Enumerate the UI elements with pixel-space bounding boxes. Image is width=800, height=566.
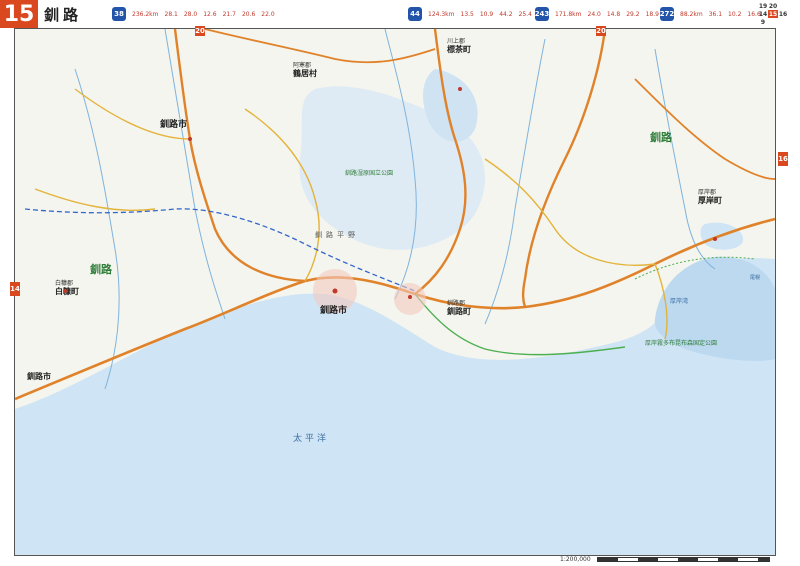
ocean-label: 太平洋 [293, 432, 329, 444]
town-label: 標茶町 [447, 44, 471, 54]
route-segment: 12.6 [203, 10, 217, 18]
route-shield-icon: 38 [112, 7, 126, 21]
park-label: 釧路湿原国立公園 [345, 169, 393, 177]
route-segment: 36.1 [708, 10, 723, 18]
route-segment: 13.5 [460, 10, 474, 18]
index-cell-current: 15 [768, 10, 778, 18]
map-svg: 釧路市 阿寒郡 鶴居村 川上郡 標茶町 釧路 釧路 厚岸郡 厚岸町 釧路市 釧路… [15, 29, 775, 555]
adjacent-page-tab-top[interactable]: 20 [195, 26, 205, 36]
route-segment: 29.2 [626, 10, 640, 18]
index-cell [778, 18, 788, 26]
city-label: 釧路市 [319, 304, 347, 316]
route-distance-block-44: 44 124.3km 13.5 10.9 44.2 25.4 [408, 2, 532, 26]
map-header: 15 釧路 38 236.2km 28.1 28.0 12.6 21.7 20.… [0, 0, 800, 28]
page-number: 15 [0, 0, 38, 28]
route-segment: 24.0 [587, 10, 601, 18]
page-title: 釧路 [44, 6, 83, 24]
route-segment: 10.9 [479, 10, 494, 18]
plain-label: 釧路平野 [315, 230, 359, 239]
map-canvas[interactable]: 釧路市 阿寒郡 鶴居村 川上郡 標茶町 釧路 釧路 厚岸郡 厚岸町 釧路市 釧路… [14, 28, 776, 556]
poi-marker-icon[interactable] [188, 137, 192, 141]
adjacent-page-tab-top[interactable]: 20 [596, 26, 606, 36]
route-segment: 14.8 [606, 10, 621, 18]
route-segment: 22.0 [261, 10, 275, 18]
poi-marker-icon[interactable] [408, 295, 412, 299]
route-segment: 10.2 [728, 10, 742, 18]
poi-marker-icon[interactable] [713, 237, 717, 241]
district-label: 阿寒郡 [293, 61, 311, 69]
park-label: 厚岸霧多布昆布森国定公園 [645, 339, 717, 347]
route-segment: 28.0 [183, 10, 198, 18]
route-shield-icon: 243 [535, 7, 549, 21]
route-total: 124.3km [428, 10, 455, 18]
adjacent-page-tab-right[interactable]: 16 [778, 152, 788, 166]
route-distance-block-243: 243 171.8km 24.0 14.8 29.2 18.9 [535, 2, 659, 26]
district-label: 白糠郡 [55, 279, 73, 287]
region-label: 釧路 [649, 130, 673, 144]
route-segment: 18.9 [645, 10, 659, 18]
poi-marker-icon[interactable] [63, 289, 67, 293]
district-label: 釧路郡 [447, 299, 465, 307]
route-distance-block-38: 38 236.2km 28.1 28.0 12.6 21.7 20.6 22.0 [112, 2, 275, 26]
route-total: 236.2km [132, 10, 159, 18]
city-label: 釧路市 [159, 118, 187, 130]
route-total: 88.2km [680, 10, 703, 18]
index-cell[interactable]: 9 [758, 18, 768, 26]
index-cell[interactable]: 14 [758, 10, 768, 18]
route-shield-icon: 272 [660, 7, 674, 21]
city-label: 釧路市 [26, 371, 51, 381]
district-label: 川上郡 [447, 37, 465, 45]
index-cell[interactable]: 16 [778, 10, 788, 18]
adjacent-page-tab-left[interactable]: 14 [10, 282, 20, 296]
bay-label: 尾幌 [750, 274, 760, 281]
route-segment: 28.1 [164, 10, 178, 18]
route-segment: 21.7 [222, 10, 236, 18]
route-segment: 25.4 [518, 10, 532, 18]
route-segment: 20.6 [241, 10, 256, 18]
town-label: 釧路町 [446, 306, 471, 316]
region-label: 釧路 [89, 262, 113, 276]
village-label: 鶴居村 [292, 68, 317, 78]
scale-bar: 1:200,000 [560, 555, 770, 563]
scale-line [596, 556, 770, 562]
route-shield-icon: 44 [408, 7, 422, 21]
poi-marker-icon[interactable] [458, 87, 462, 91]
index-cell[interactable]: 20 [768, 2, 778, 10]
route-distance-block-272: 272 88.2km 36.1 10.2 16.6 [660, 2, 761, 26]
index-cell [778, 2, 788, 10]
bay-label: 厚岸湾 [670, 297, 688, 305]
district-label: 厚岸郡 [698, 188, 716, 196]
route-segment: 44.2 [499, 10, 513, 18]
page-index-grid: 19 20 14 15 16 9 [758, 2, 788, 26]
town-label: 厚岸町 [698, 195, 722, 205]
route-total: 171.8km [555, 10, 582, 18]
index-cell [768, 18, 778, 26]
index-cell[interactable]: 19 [758, 2, 768, 10]
poi-marker-icon[interactable] [332, 288, 338, 294]
scale-text: 1:200,000 [560, 555, 591, 563]
